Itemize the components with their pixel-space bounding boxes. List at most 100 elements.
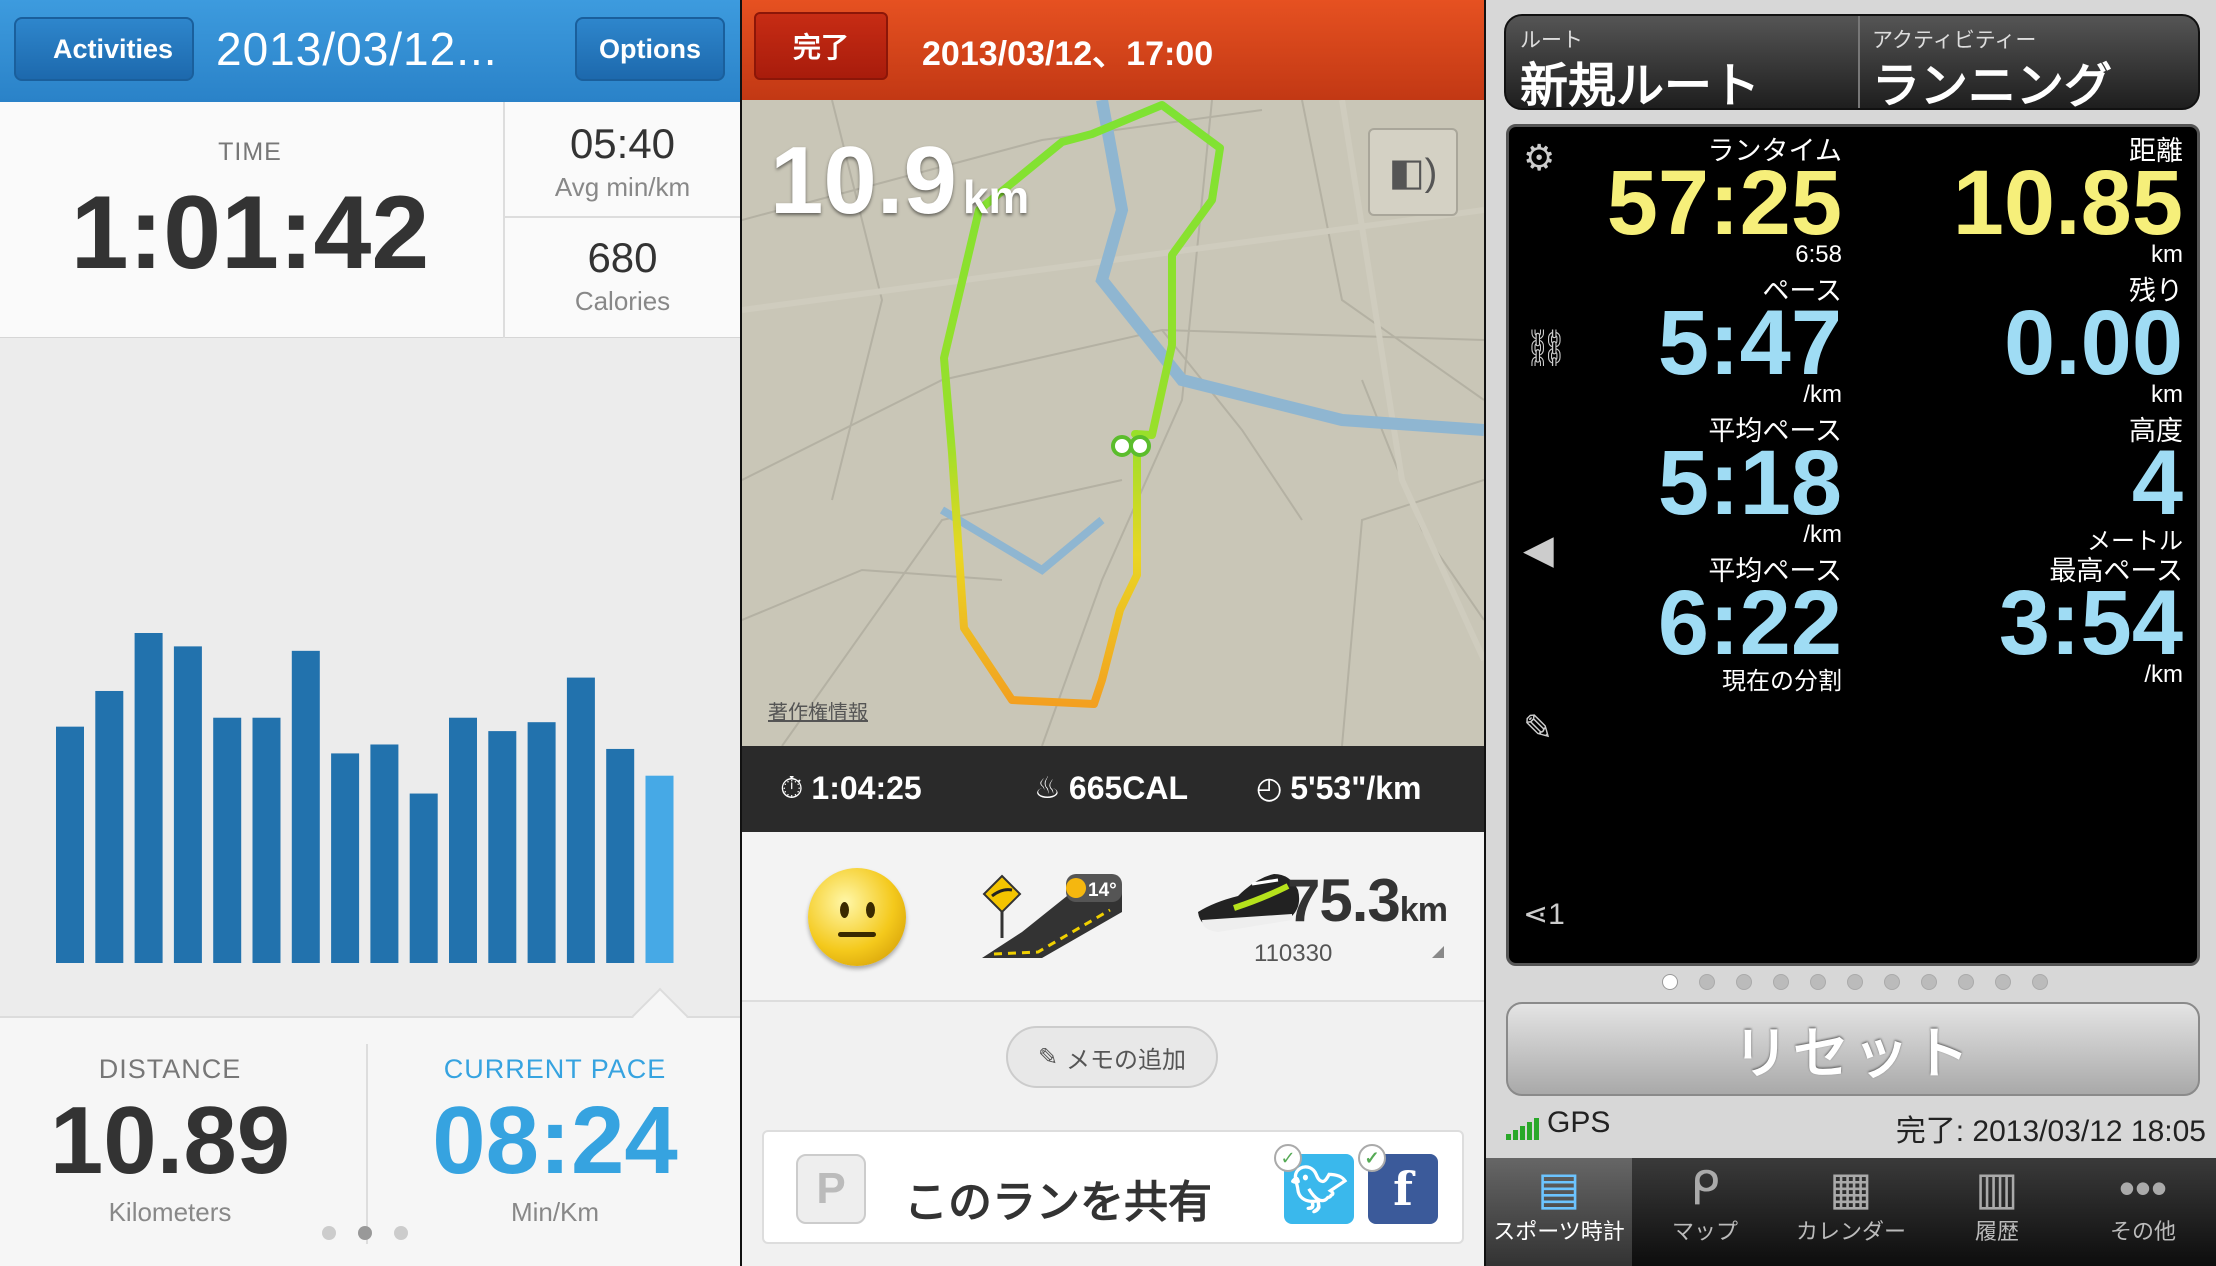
- avg-pace-label: Avg min/km: [554, 172, 691, 202]
- runtime-sub: 6:58: [1795, 241, 1842, 268]
- page-indicator[interactable]: [322, 1226, 408, 1240]
- share-icon[interactable]: ⋖1: [1523, 897, 1565, 932]
- page-dot[interactable]: [2032, 974, 2048, 990]
- tab-label: カレンダー: [1795, 1219, 1906, 1244]
- tab-calendar[interactable]: ▦ カレンダー: [1778, 1158, 1924, 1266]
- page-dot[interactable]: [394, 1226, 408, 1240]
- link-icon[interactable]: ⛓: [1523, 327, 1569, 369]
- route-name: 新規ルート: [1520, 60, 1761, 110]
- page-dot[interactable]: [1773, 974, 1789, 990]
- terrain-weather-icon[interactable]: 14°: [982, 872, 1122, 962]
- page-dot[interactable]: [1884, 974, 1900, 990]
- activities-back-button[interactable]: Activities: [14, 17, 194, 81]
- start-marker: [1111, 435, 1133, 457]
- page-dot-active[interactable]: [1662, 974, 1678, 990]
- copyright-link[interactable]: 著作権情報: [768, 696, 868, 725]
- current-pace-value: 08:24: [432, 1087, 678, 1194]
- duration-stat: ⏱ 1:04:25: [780, 770, 922, 807]
- page-dot[interactable]: [1810, 974, 1826, 990]
- facebook-button[interactable]: f ✓: [1358, 1144, 1438, 1224]
- avg-pace-value: 05:40: [569, 120, 676, 167]
- stopwatch-tab-icon: ▤: [1537, 1162, 1581, 1214]
- chart-bar[interactable]: [134, 633, 163, 963]
- done-button[interactable]: 完了: [754, 12, 888, 80]
- page-dot-active[interactable]: [358, 1226, 372, 1240]
- chart-bar[interactable]: [56, 726, 84, 963]
- chart-bar[interactable]: [488, 731, 517, 963]
- chart-bar[interactable]: [370, 744, 399, 963]
- chart-bar[interactable]: [449, 717, 477, 963]
- temperature-label: 14°: [1088, 880, 1117, 901]
- add-memo-button[interactable]: ✎ メモの追加: [1006, 1026, 1218, 1088]
- current-pace-label: CURRENT PACE: [443, 1054, 667, 1084]
- route-activity-header: ルート 新規ルート アクティビティー ランニング: [1504, 14, 2200, 110]
- page-dot[interactable]: [1995, 974, 2011, 990]
- add-memo-label: メモの追加: [1066, 1046, 1187, 1074]
- page-dot[interactable]: [1736, 974, 1752, 990]
- chart-bar[interactable]: [645, 775, 674, 963]
- route-map[interactable]: 10.9 km ◧) 著作権情報: [742, 100, 1484, 746]
- distance-stat: DISTANCE 10.89 Kilometers: [20, 1054, 320, 1228]
- activity-selector[interactable]: アクティビティー ランニング: [1872, 16, 2192, 108]
- calories-stat: ♨ 665CAL: [1034, 770, 1188, 807]
- split-avg-value: 6:22: [1657, 572, 1842, 674]
- chart-bar[interactable]: [409, 793, 438, 963]
- run-stats-bar: ⏱ 1:04:25 ♨ 665CAL ◴ 5'53"/km: [742, 746, 1484, 832]
- edit-icon: ✎: [1037, 1043, 1059, 1071]
- calories-stat: 680 Calories: [505, 234, 740, 317]
- chart-bar[interactable]: [252, 717, 281, 963]
- expand-corner-icon[interactable]: [1432, 946, 1444, 958]
- chart-bar[interactable]: [173, 646, 202, 963]
- share-label: このランを共有: [904, 1178, 1212, 1227]
- remaining-sub: km: [2151, 381, 2183, 408]
- page-dot[interactable]: [1699, 974, 1715, 990]
- route-selector[interactable]: ルート 新規ルート: [1520, 16, 1850, 110]
- gps-label: GPS: [1547, 1106, 1611, 1139]
- check-icon: ✓: [1274, 1144, 1302, 1172]
- more-tab-icon: •••: [2118, 1162, 2168, 1214]
- tab-more[interactable]: ••• その他: [2070, 1158, 2216, 1266]
- tab-sports-watch[interactable]: ▤ スポーツ時計: [1486, 1158, 1632, 1266]
- page-dot[interactable]: [1958, 974, 1974, 990]
- nav-title: 2013/03/12...: [216, 23, 498, 75]
- bottom-stats: DISTANCE 10.89 Kilometers CURRENT PACE 0…: [0, 987, 740, 1266]
- twitter-button[interactable]: 🐦︎ ✓: [1274, 1144, 1354, 1224]
- best-pace-value: 3:54: [1998, 572, 2183, 674]
- reset-button[interactable]: リセット: [1506, 1002, 2200, 1096]
- avg-pace-value: 5:18: [1657, 432, 1842, 534]
- page-dot[interactable]: [322, 1226, 336, 1240]
- chart-bar[interactable]: [331, 753, 360, 963]
- page-dot[interactable]: [1921, 974, 1937, 990]
- tab-map[interactable]: ᑭ マップ: [1632, 1158, 1778, 1266]
- divider: [366, 1044, 368, 1244]
- chart-bar[interactable]: [527, 722, 556, 963]
- chart-bar[interactable]: [566, 677, 595, 963]
- distance-unit: km: [962, 171, 1030, 223]
- page-dot[interactable]: [1847, 974, 1863, 990]
- edit-icon[interactable]: ✎: [1523, 707, 1553, 749]
- shoe-distance-value: 75.3: [1287, 867, 1401, 934]
- mood-icon[interactable]: [808, 868, 906, 966]
- sports-watch-panel: ルート 新規ルート アクティビティー ランニング ⚙ ⛓ ◀ ✎ ⋖1 ランタイ…: [1486, 0, 2216, 1266]
- duration-value: 1:04:25: [811, 770, 922, 806]
- options-button[interactable]: Options: [575, 17, 725, 81]
- map-tab-icon: ᑭ: [1690, 1162, 1720, 1214]
- gear-icon[interactable]: ⚙: [1523, 137, 1555, 179]
- facebook-icon: f: [1393, 1162, 1413, 1216]
- pace-bar-chart[interactable]: [0, 338, 740, 1018]
- arrow-left-icon[interactable]: ◀: [1523, 527, 1554, 573]
- chart-bar[interactable]: [291, 650, 320, 963]
- page-indicator[interactable]: [1662, 974, 2048, 990]
- chart-bar[interactable]: [213, 717, 242, 963]
- chart-bar[interactable]: [95, 690, 124, 963]
- calories-value: 665CAL: [1068, 770, 1189, 806]
- nike-run-panel: 完了 2013/03/12、17:00 10.9 km ◧) 著作権情報 ⏱ 1…: [742, 0, 1484, 1266]
- chart-bar[interactable]: [606, 748, 635, 963]
- tab-label: マップ: [1671, 1219, 1738, 1244]
- calories-label: Calories: [574, 286, 671, 316]
- shoe-distance: 75.3km: [1287, 866, 1448, 935]
- audio-icon[interactable]: ◧): [1368, 128, 1458, 216]
- pinterest-icon[interactable]: P: [796, 1154, 866, 1224]
- distance-value: 10.89: [49, 1087, 291, 1194]
- tab-history[interactable]: ▥ 履歴: [1924, 1158, 2070, 1266]
